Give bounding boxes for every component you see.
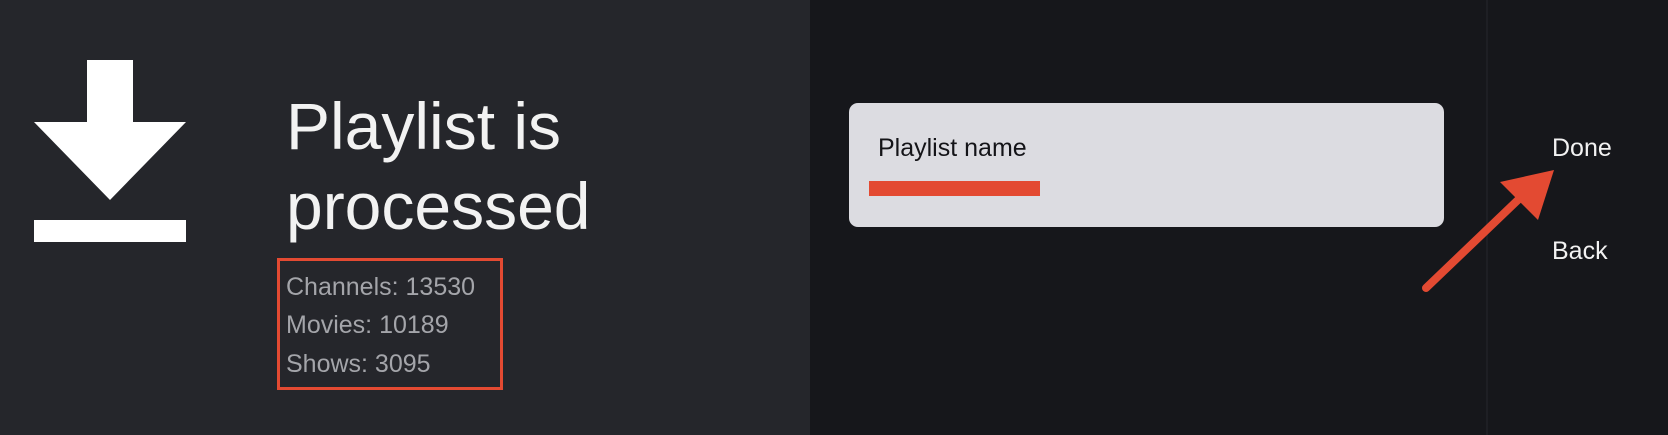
arrow-icon	[1422, 170, 1554, 292]
download-icon	[34, 60, 186, 242]
movies-count: Movies: 10189	[286, 311, 449, 339]
done-button[interactable]: Done	[1552, 133, 1612, 163]
channels-count: Channels: 13530	[286, 273, 476, 301]
redaction-bar	[869, 181, 1040, 196]
shows-count: Shows: 3095	[286, 350, 431, 378]
playlist-processed-screen: Playlist is processed Channels: 13530 Mo…	[0, 0, 1668, 435]
playlist-name-label: Playlist name	[878, 134, 1027, 162]
back-button[interactable]: Back	[1552, 236, 1608, 266]
playlist-name-field[interactable]: Playlist name	[849, 103, 1444, 227]
page-title: Playlist is processed	[286, 89, 591, 243]
info-panel: Playlist is processed Channels: 13530 Mo…	[0, 0, 810, 435]
